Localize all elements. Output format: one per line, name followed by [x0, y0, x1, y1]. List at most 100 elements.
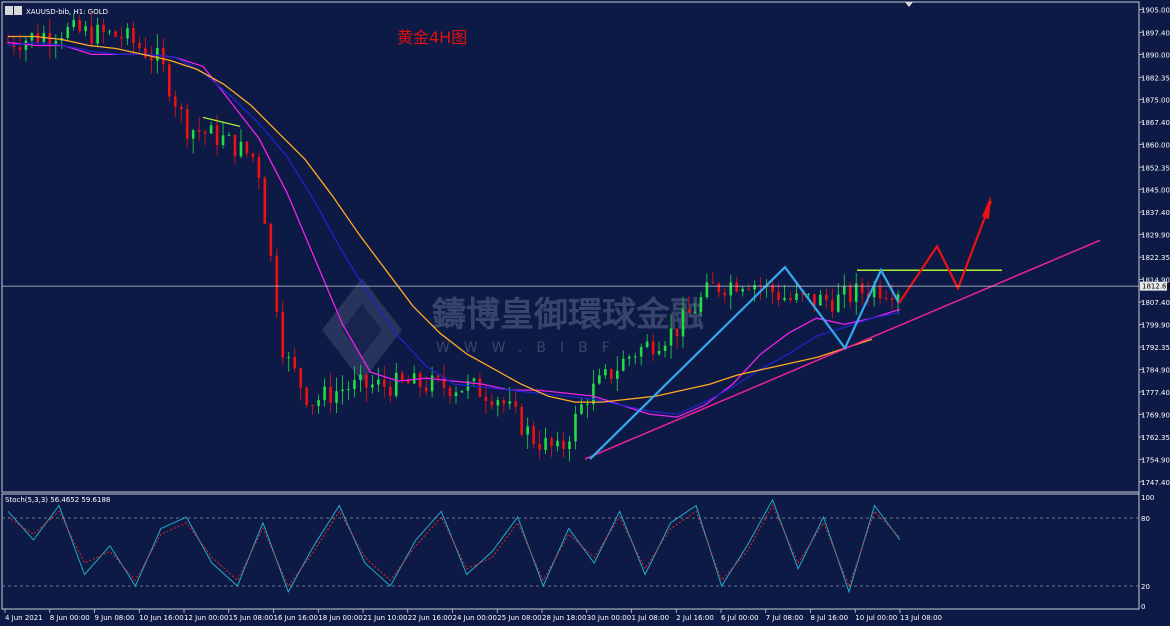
time-tick-label: 24 Jun 00:00 [453, 614, 497, 622]
candle-body [639, 347, 643, 357]
chart-icon[interactable] [5, 6, 13, 15]
candle-body [341, 389, 344, 392]
time-tick-label: 10 Jul 00:00 [855, 614, 897, 622]
candle-body [526, 426, 529, 435]
candle-body [418, 373, 422, 388]
candle-body [293, 357, 297, 369]
candle-body [353, 379, 356, 390]
candle-body [329, 386, 332, 403]
candle-body [365, 374, 368, 388]
candle-body [848, 286, 852, 302]
candle-body [669, 328, 673, 346]
candle-body [102, 24, 105, 33]
time-tick-label: 15 Jun 08:00 [229, 614, 273, 622]
price-tick-label: 1762.35 [1141, 434, 1170, 442]
candle-body [831, 300, 834, 312]
candle-body [275, 255, 279, 312]
price-tick-label: 1875.00 [1141, 96, 1170, 104]
time-tick-label: 10 Jun 16:00 [139, 614, 183, 622]
candle-body [305, 387, 308, 406]
candle-body [860, 283, 864, 294]
candle-body [645, 341, 649, 348]
watermark-sub-text: WWW.BIBF [436, 340, 624, 356]
candle-body [783, 297, 786, 301]
candle-body [245, 141, 249, 154]
candle-body [197, 130, 201, 132]
price-tick-label: 1754.90 [1141, 456, 1170, 464]
time-tick-label: 7 Jul 08:00 [766, 614, 804, 622]
candle-body [84, 26, 87, 32]
candle-body [574, 413, 577, 442]
candle-body [610, 369, 613, 379]
price-tick-label: 1784.90 [1141, 366, 1170, 374]
candle-body [747, 288, 750, 290]
candle-body [287, 357, 291, 359]
candle-body [723, 292, 727, 296]
candle-body [96, 24, 99, 44]
stoch-panel [1, 493, 1140, 610]
time-tick-label: 13 Jul 08:00 [900, 614, 942, 622]
candle-body [884, 298, 888, 300]
candle-body [138, 43, 141, 49]
candle-body [400, 372, 404, 381]
time-tick-label: 16 Jun 16:00 [274, 614, 318, 622]
time-tick-label: 22 Jun 16:00 [408, 614, 452, 622]
candle-body [311, 405, 314, 407]
candle-body [472, 378, 476, 382]
price-tick-label: 1882.35 [1141, 74, 1170, 82]
price-tick-label: 1845.00 [1141, 186, 1170, 194]
chart-icon-2[interactable] [14, 6, 22, 15]
time-tick-label: 28 Jun 18:00 [542, 614, 586, 622]
price-tick-label: 1799.90 [1141, 321, 1170, 329]
candle-body [167, 64, 171, 97]
time-tick-label: 12 Jun 00:00 [184, 614, 228, 622]
candle-body [627, 356, 631, 359]
candle-body [24, 40, 28, 50]
time-tick-label: 21 Jun 10:00 [363, 614, 407, 622]
current-price-label: 1812.69 [1142, 283, 1170, 291]
candle-body [842, 286, 846, 295]
candle-body [490, 401, 494, 406]
candle-body [586, 403, 589, 405]
chart-title: 黄金4H图 [397, 28, 467, 47]
candle-body [359, 374, 362, 380]
watermark-main-text: 鑄博皇御環球金融 [431, 295, 704, 335]
candle-body [448, 387, 452, 397]
candle-body [813, 294, 816, 306]
candle-body [347, 389, 350, 391]
candle-body [568, 441, 571, 450]
candle-body [675, 328, 679, 337]
candle-body [120, 36, 123, 39]
candle-body [233, 134, 237, 157]
time-tick-label: 6 Jul 00:00 [721, 614, 759, 622]
price-tick-label: 1890.00 [1141, 51, 1170, 59]
candle-body [54, 40, 58, 44]
candle-body [825, 294, 828, 301]
candle-body [221, 135, 225, 146]
chart-canvas[interactable]: 鑄博皇御環球金融 WWW.BIBF XAUUSD-bib, H1: GOLD 黄… [0, 0, 1170, 626]
price-tick-label: 1852.35 [1141, 164, 1170, 172]
time-tick-label: 25 Jun 08:00 [497, 614, 541, 622]
candle-body [317, 400, 320, 406]
candle-body [215, 125, 219, 146]
candle-body [144, 48, 147, 58]
price-tick-label: 1822.35 [1141, 254, 1170, 262]
candle-body [651, 341, 655, 355]
candle-body [789, 297, 792, 300]
candle-body [335, 391, 338, 403]
time-axis: 4 Jun 2021 8 Jun 00:00 9 Jun 08:00 10 Jun 1… [4, 609, 942, 622]
price-tick-label: 1807.40 [1141, 299, 1170, 307]
time-tick-label: 8 Jun 00:00 [50, 614, 90, 622]
candle-body [191, 130, 195, 139]
stoch-axis-20: 20 [1141, 583, 1150, 591]
candle-body [383, 379, 386, 387]
candle-body [729, 282, 733, 296]
candle-body [538, 443, 541, 450]
candle-body [126, 28, 129, 39]
price-tick-label: 1829.90 [1141, 232, 1170, 240]
candle-body [78, 20, 81, 32]
candle-body [580, 404, 583, 414]
candle-body [520, 406, 524, 435]
main-panel [1, 1, 1140, 493]
candle-body [556, 440, 559, 447]
